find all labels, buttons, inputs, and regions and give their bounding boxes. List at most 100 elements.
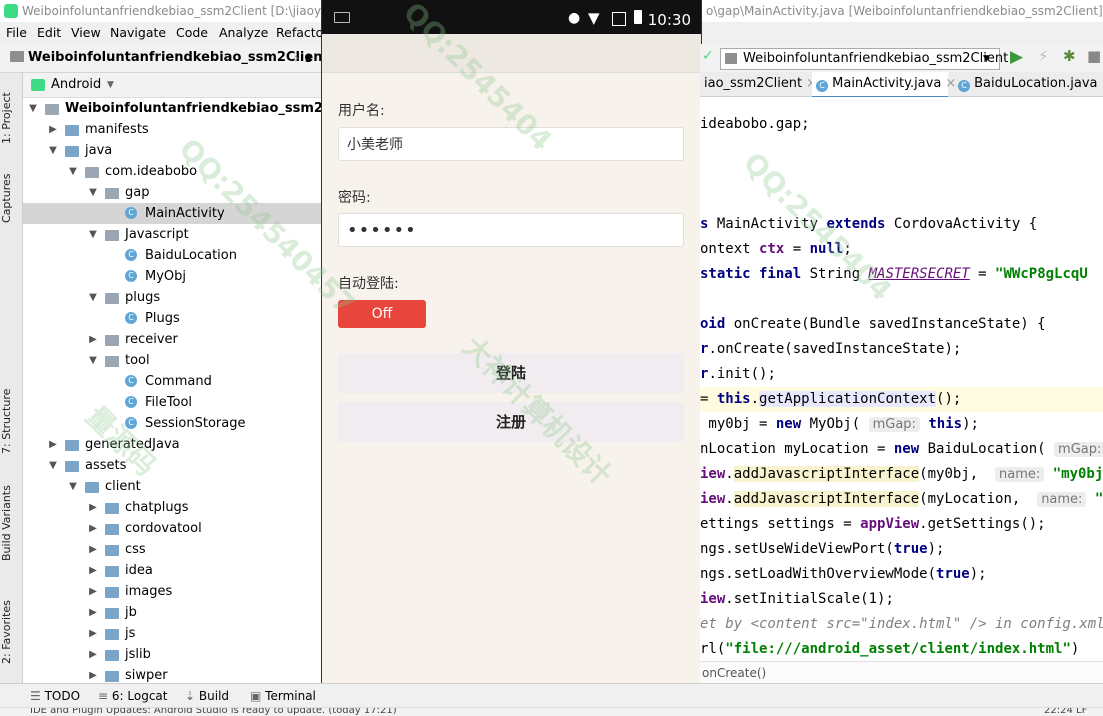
tree-item[interactable]: ▼ com.ideabobo bbox=[23, 161, 321, 182]
breadcrumb-next[interactable]: s bbox=[305, 44, 312, 72]
tree-item[interactable]: C MainActivity bbox=[23, 203, 321, 224]
tree-item[interactable]: C Plugs bbox=[23, 308, 321, 329]
username-input[interactable]: 小美老师 bbox=[338, 127, 684, 161]
chevron-down-icon[interactable]: ▼ bbox=[47, 455, 59, 476]
run-icon[interactable]: ▶ bbox=[1010, 47, 1023, 67]
tree-item[interactable]: ▶ cordovatool bbox=[23, 518, 321, 539]
chevron-right-icon[interactable]: ▶ bbox=[47, 119, 59, 140]
chevron-right-icon[interactable]: ▶ bbox=[87, 329, 99, 350]
chevron-down-icon[interactable]: ▼ bbox=[27, 98, 39, 119]
tree-item[interactable]: ▼ java bbox=[23, 140, 321, 161]
breadcrumb-separator-icon: › bbox=[294, 51, 299, 65]
tree-item[interactable]: C Command bbox=[23, 371, 321, 392]
chevron-right-icon[interactable]: ▶ bbox=[87, 560, 99, 581]
tree-item[interactable]: ▼ plugs bbox=[23, 287, 321, 308]
build-label: Build bbox=[198, 689, 230, 703]
chevron-down-icon[interactable]: ▼ bbox=[107, 73, 114, 97]
debug-icon[interactable]: ✱ bbox=[1063, 47, 1076, 65]
run-config-selector[interactable]: Weiboinfoluntanfriendkebiao_ssm2Client ▼ bbox=[720, 48, 1008, 70]
tool-tab-captures[interactable]: Captures bbox=[0, 168, 22, 228]
chevron-right-icon[interactable]: ▶ bbox=[87, 497, 99, 518]
autologin-toggle[interactable]: Off bbox=[338, 300, 426, 328]
logcat-tool[interactable]: ≡ 6: Logcat bbox=[98, 684, 167, 708]
tree-item[interactable]: ▶ js bbox=[23, 623, 321, 644]
hammer-icon[interactable]: ✓ bbox=[702, 48, 714, 64]
code-line: my0bj = new MyObj( mGap: this); bbox=[700, 416, 979, 432]
chevron-right-icon[interactable]: ▶ bbox=[87, 644, 99, 665]
tree-item[interactable]: ▶ generatedJava bbox=[23, 434, 321, 455]
code-editor[interactable]: ideabobo.gap; s MainActivity extends Cor… bbox=[700, 97, 1103, 683]
tree-item[interactable]: ▼ client bbox=[23, 476, 321, 497]
tab-label: BaiduLocation.java bbox=[974, 76, 1098, 91]
menu-navigate[interactable]: Navigate bbox=[110, 22, 166, 44]
chevron-right-icon[interactable]: ▶ bbox=[87, 623, 99, 644]
android-studio-icon bbox=[4, 4, 18, 18]
tree-item[interactable]: ▶ receiver bbox=[23, 329, 321, 350]
build-tool[interactable]: ⇣ Build bbox=[185, 684, 229, 708]
code-line: iew.setInitialScale(1); bbox=[700, 591, 894, 607]
chevron-right-icon[interactable]: ▶ bbox=[87, 539, 99, 560]
tree-item[interactable]: ▼ Javascript bbox=[23, 224, 321, 245]
tool-tab-favorites[interactable]: 2: Favorites bbox=[0, 595, 22, 670]
folder-icon bbox=[105, 503, 119, 514]
tree-item[interactable]: ▼ tool bbox=[23, 350, 321, 371]
tree-item-label: Command bbox=[145, 374, 212, 389]
tab-mainactivity[interactable]: C MainActivity.java × bbox=[812, 72, 956, 98]
menu-file[interactable]: File bbox=[6, 22, 27, 44]
tree-item[interactable]: C MyObj bbox=[23, 266, 321, 287]
tree-item-label: SessionStorage bbox=[145, 416, 246, 431]
chevron-down-icon[interactable]: ▼ bbox=[87, 287, 99, 308]
password-input[interactable]: •••••• bbox=[338, 213, 684, 247]
tree-item[interactable]: ▼ Weiboinfoluntanfriendkebiao_ssm2Client bbox=[23, 98, 366, 119]
todo-tool[interactable]: ☰ TODO bbox=[30, 684, 80, 708]
register-button[interactable]: 注册 bbox=[338, 402, 684, 442]
tree-item-label: Plugs bbox=[145, 311, 180, 326]
chevron-down-icon[interactable]: ▼ bbox=[87, 182, 99, 203]
tree-item[interactable]: C FileTool bbox=[23, 392, 321, 413]
tab-baidulocation[interactable]: C BaiduLocation.java× bbox=[954, 72, 1103, 96]
chevron-right-icon[interactable]: ▶ bbox=[87, 581, 99, 602]
method-breadcrumb[interactable]: onCreate() bbox=[702, 666, 766, 680]
tool-tab-build-variants[interactable]: Build Variants bbox=[0, 483, 22, 563]
tree-item[interactable]: ▶ idea bbox=[23, 560, 321, 581]
code-line: ngs.setUseWideViewPort(true); bbox=[700, 541, 945, 557]
code-line: ettings settings = appView.getSettings()… bbox=[700, 516, 1046, 532]
tool-tab-project[interactable]: 1: Project bbox=[0, 83, 22, 153]
tree-item[interactable]: ▶ manifests bbox=[23, 119, 321, 140]
apply-changes-icon[interactable]: ⚡ bbox=[1038, 47, 1049, 65]
tree-item[interactable]: C BaiduLocation bbox=[23, 245, 321, 266]
password-label: 密码: bbox=[338, 190, 371, 206]
chevron-down-icon[interactable]: ▼ bbox=[67, 161, 79, 182]
terminal-tool[interactable]: ▣ Terminal bbox=[250, 684, 316, 708]
menu-analyze[interactable]: Analyze bbox=[219, 22, 268, 44]
menu-view[interactable]: View bbox=[71, 22, 101, 44]
tree-item[interactable]: ▶ jslib bbox=[23, 644, 321, 665]
menu-edit[interactable]: Edit bbox=[37, 22, 61, 44]
tree-item[interactable]: ▶ jb bbox=[23, 602, 321, 623]
breadcrumb-project[interactable]: Weiboinfoluntanfriendkebiao_ssm2Client bbox=[28, 44, 329, 72]
tree-item[interactable]: C SessionStorage bbox=[23, 413, 321, 434]
chevron-down-icon[interactable]: ▼ bbox=[87, 224, 99, 245]
chevron-down-icon[interactable]: ▼ bbox=[47, 140, 59, 161]
tree-item-label: java bbox=[85, 143, 113, 158]
tree-item[interactable]: ▶ css bbox=[23, 539, 321, 560]
username-label: 用户名: bbox=[338, 103, 385, 119]
menu-refactor[interactable]: Refacto bbox=[276, 22, 323, 44]
chevron-right-icon[interactable]: ▶ bbox=[87, 518, 99, 539]
tree-item[interactable]: ▶ images bbox=[23, 581, 321, 602]
chevron-down-icon[interactable]: ▼ bbox=[67, 476, 79, 497]
tree-item[interactable]: ▼ gap bbox=[23, 182, 321, 203]
stop-icon[interactable]: ■ bbox=[1087, 47, 1101, 65]
chevron-down-icon[interactable]: ▼ bbox=[87, 350, 99, 371]
chevron-right-icon[interactable]: ▶ bbox=[87, 602, 99, 623]
terminal-label: Terminal bbox=[265, 689, 316, 703]
tree-item[interactable]: ▼ assets bbox=[23, 455, 321, 476]
menu-code[interactable]: Code bbox=[176, 22, 208, 44]
folder-icon bbox=[105, 608, 119, 619]
chevron-right-icon[interactable]: ▶ bbox=[47, 434, 59, 455]
project-view-selector[interactable]: Android bbox=[51, 73, 101, 97]
tab-ssm2client[interactable]: iao_ssm2Client× bbox=[700, 72, 817, 96]
login-button[interactable]: 登陆 bbox=[338, 353, 684, 393]
tree-item[interactable]: ▶ chatplugs bbox=[23, 497, 321, 518]
tool-tab-structure[interactable]: 7: Structure bbox=[0, 381, 22, 461]
